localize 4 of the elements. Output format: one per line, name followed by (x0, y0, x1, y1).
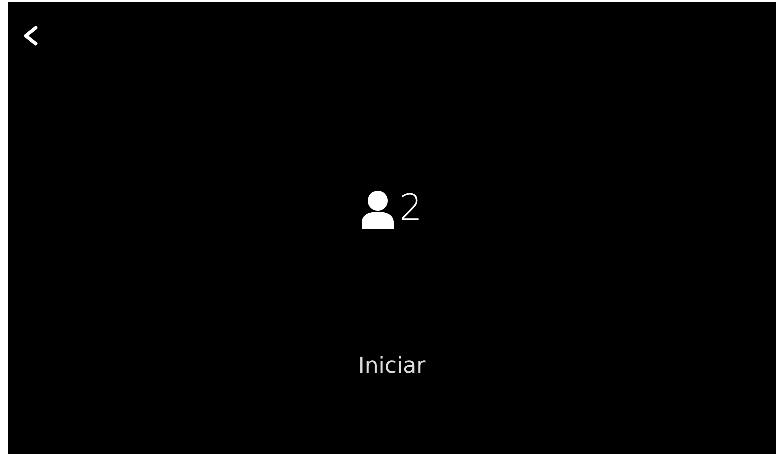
start-button[interactable]: Iniciar (350, 350, 434, 383)
person-icon (362, 191, 394, 229)
player-count: 2 (400, 189, 422, 229)
chevron-left-icon (22, 26, 40, 46)
